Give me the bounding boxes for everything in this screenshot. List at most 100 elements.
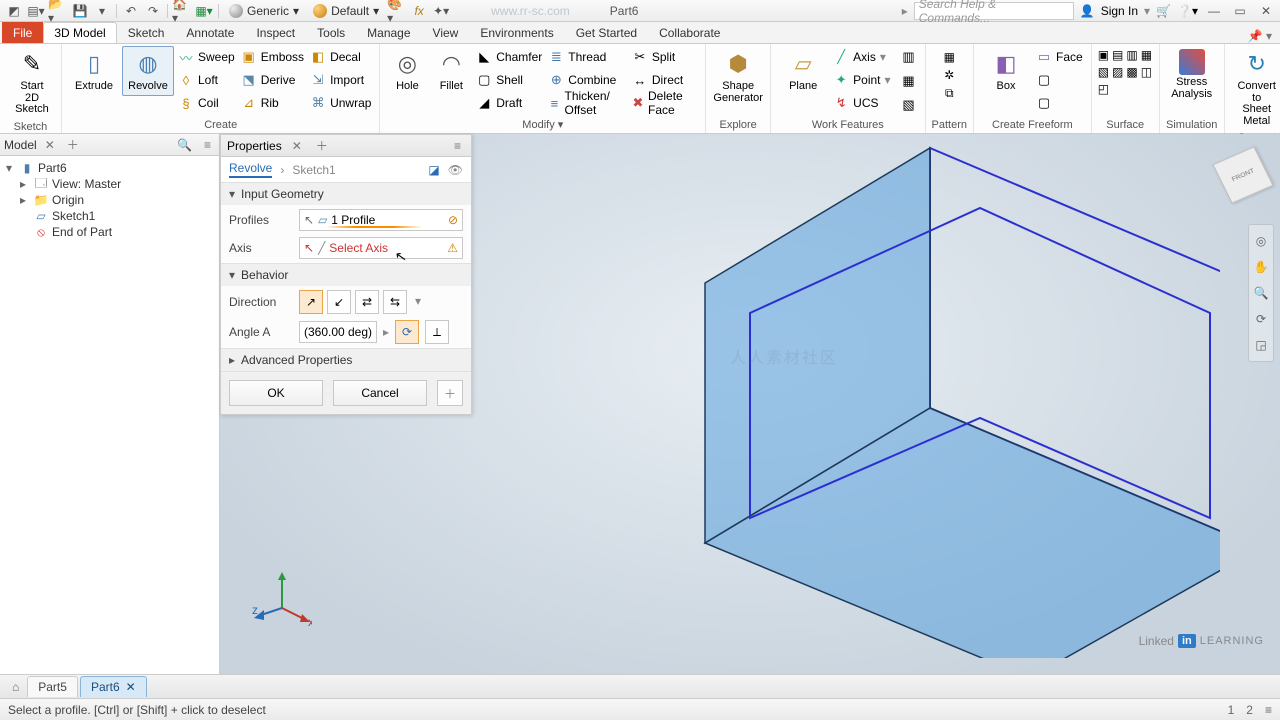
nav-lookat-icon[interactable]: ◲ xyxy=(1251,335,1271,355)
hole-button[interactable]: ◎Hole xyxy=(386,46,428,96)
start-2d-sketch-button[interactable]: ✎ Start 2D Sketch xyxy=(6,46,58,119)
delete-face-button[interactable]: ✖Delete Face xyxy=(630,92,699,114)
help-icon[interactable]: ❔▾ xyxy=(1177,4,1198,18)
visibility-toggle-icon[interactable]: 👁 xyxy=(448,163,463,177)
direction-asymmetric-button[interactable]: ⇆ xyxy=(383,290,407,314)
pattern-icon-1[interactable]: ▦ xyxy=(944,50,955,64)
direct-button[interactable]: ↔Direct xyxy=(630,69,699,91)
shell-button[interactable]: ▢Shell xyxy=(474,69,544,91)
section-input-geometry[interactable]: ▾Input Geometry xyxy=(221,183,471,205)
surf-4[interactable]: ▦ xyxy=(1141,48,1152,62)
preview-toggle-icon[interactable]: ◪ xyxy=(428,163,439,177)
model-tab-add[interactable]: ＋ xyxy=(63,136,83,153)
freeform-extra-2[interactable]: ▢ xyxy=(1034,92,1085,114)
thicken-offset-button[interactable]: ≡Thicken/ Offset xyxy=(546,92,628,114)
restore-window-button[interactable]: ▭ xyxy=(1230,2,1250,20)
help-search-input[interactable]: Search Help & Commands... xyxy=(914,2,1074,20)
breadcrumb-command[interactable]: Revolve xyxy=(229,161,272,178)
split-button[interactable]: ✂Split xyxy=(630,46,699,68)
surf-1[interactable]: ▣ xyxy=(1098,48,1109,62)
angle-measure-button[interactable]: ⟂ xyxy=(425,320,449,344)
combine-button[interactable]: ⊕Combine xyxy=(546,69,628,91)
wf-extra-2[interactable]: ▦ xyxy=(899,70,919,92)
shape-generator-button[interactable]: ⬢Shape Generator xyxy=(712,46,764,107)
surf-9[interactable]: ◰ xyxy=(1098,82,1109,96)
surf-7[interactable]: ▩ xyxy=(1126,65,1137,79)
fillet-button[interactable]: ◠Fillet xyxy=(430,46,472,96)
freeform-extra-1[interactable]: ▢ xyxy=(1034,69,1085,91)
layers-icon[interactable]: ▦▾ xyxy=(194,2,214,20)
section-advanced[interactable]: ▸Advanced Properties xyxy=(221,349,471,371)
app-icon[interactable]: ◩ xyxy=(4,2,24,20)
doc-home-icon[interactable]: ⌂ xyxy=(6,680,25,694)
browser-menu-icon[interactable]: ≡ xyxy=(200,138,215,152)
model-tab-label[interactable]: Model xyxy=(4,138,37,152)
sweep-button[interactable]: 〰Sweep xyxy=(176,46,237,68)
direction-symmetric-button[interactable]: ⇄ xyxy=(355,290,379,314)
point-button[interactable]: ✦Point▾ xyxy=(831,69,892,91)
breadcrumb-context[interactable]: Sketch1 xyxy=(292,163,335,177)
redo-icon[interactable]: ↷ xyxy=(143,2,163,20)
convert-sheet-metal-button[interactable]: ↻Convert to Sheet Metal xyxy=(1231,46,1280,130)
clear-profiles-icon[interactable]: ⊘ xyxy=(448,213,458,227)
surf-3[interactable]: ▥ xyxy=(1126,48,1137,62)
user-icon[interactable]: 👤 xyxy=(1080,4,1095,18)
properties-add[interactable]: ＋ xyxy=(312,137,332,154)
pattern-icon-2[interactable]: ✲ xyxy=(944,68,954,82)
draft-button[interactable]: ◢Draft xyxy=(474,92,544,114)
close-window-button[interactable]: ✕ xyxy=(1256,2,1276,20)
stress-analysis-button[interactable]: Stress Analysis xyxy=(1166,46,1218,103)
qat-more-icon[interactable]: ✦▾ xyxy=(431,2,451,20)
cancel-button[interactable]: Cancel xyxy=(333,380,427,406)
freeform-face-button[interactable]: ▭Face xyxy=(1034,46,1085,68)
ucs-button[interactable]: ↯UCS xyxy=(831,92,892,114)
doc-tab-part6[interactable]: Part6✕ xyxy=(80,676,147,697)
nav-pan-icon[interactable]: ✋ xyxy=(1251,257,1271,277)
section-behavior[interactable]: ▾Behavior xyxy=(221,264,471,286)
revolve-button[interactable]: ◍ Revolve xyxy=(122,46,174,96)
undo-icon[interactable]: ↶ xyxy=(121,2,141,20)
minimize-window-button[interactable]: — xyxy=(1204,2,1224,20)
pattern-icon-3[interactable]: ⧉ xyxy=(945,86,954,101)
freeform-box-button[interactable]: ◧Box xyxy=(980,46,1032,96)
ok-button[interactable]: OK xyxy=(229,380,323,406)
angle-full-button[interactable]: ⟳ xyxy=(395,320,419,344)
derive-button[interactable]: ⬔Derive xyxy=(239,69,306,91)
wf-extra-1[interactable]: ▥ xyxy=(899,46,919,68)
nav-orbit-icon[interactable]: ⟳ xyxy=(1251,309,1271,329)
surf-5[interactable]: ▧ xyxy=(1098,65,1109,79)
tab-environments[interactable]: Environments xyxy=(469,22,564,43)
save-icon[interactable]: 💾 xyxy=(70,2,90,20)
appearance-dropdown[interactable]: Default ▾ xyxy=(307,4,385,18)
properties-menu-icon[interactable]: ≡ xyxy=(450,139,465,153)
axis-selector[interactable]: ↖ ╱ Select Axis ⚠ xyxy=(299,237,463,259)
tab-get-started[interactable]: Get Started xyxy=(565,22,648,43)
wf-extra-3[interactable]: ▧ xyxy=(899,94,919,116)
profile-geometry[interactable] xyxy=(500,138,1220,658)
import-button[interactable]: ⇲Import xyxy=(308,69,373,91)
tab-manage[interactable]: Manage xyxy=(356,22,421,43)
material-dropdown[interactable]: Generic ▾ xyxy=(223,4,305,18)
tab-sketch[interactable]: Sketch xyxy=(117,22,176,43)
home-icon[interactable]: 🏠▾ xyxy=(172,2,192,20)
signin-link[interactable]: Sign In xyxy=(1101,4,1138,18)
angle-input[interactable] xyxy=(299,321,377,343)
new-icon[interactable]: ▤▾ xyxy=(26,2,46,20)
plane-button[interactable]: ▱Plane xyxy=(777,46,829,96)
surf-2[interactable]: ▤ xyxy=(1112,48,1123,62)
tree-end-of-part[interactable]: ⦸End of Part xyxy=(6,224,213,240)
close-icon[interactable]: ✕ xyxy=(126,680,136,694)
unwrap-button[interactable]: ⌘Unwrap xyxy=(308,92,373,114)
tab-tools[interactable]: Tools xyxy=(306,22,356,43)
nav-steering-icon[interactable]: ◎ xyxy=(1251,231,1271,251)
emboss-button[interactable]: ▣Emboss xyxy=(239,46,306,68)
direction-default-button[interactable]: ↗ xyxy=(299,290,323,314)
tree-sketch1[interactable]: ▱Sketch1 xyxy=(6,208,213,224)
tab-3d-model[interactable]: 3D Model xyxy=(43,22,116,43)
surf-8[interactable]: ◫ xyxy=(1141,65,1152,79)
tab-inspect[interactable]: Inspect xyxy=(245,22,306,43)
apply-plus-button[interactable]: ＋ xyxy=(437,380,463,406)
nav-zoom-icon[interactable]: 🔍 xyxy=(1251,283,1271,303)
decal-button[interactable]: ◧Decal xyxy=(308,46,373,68)
axis-button[interactable]: ╱Axis▾ xyxy=(831,46,892,68)
